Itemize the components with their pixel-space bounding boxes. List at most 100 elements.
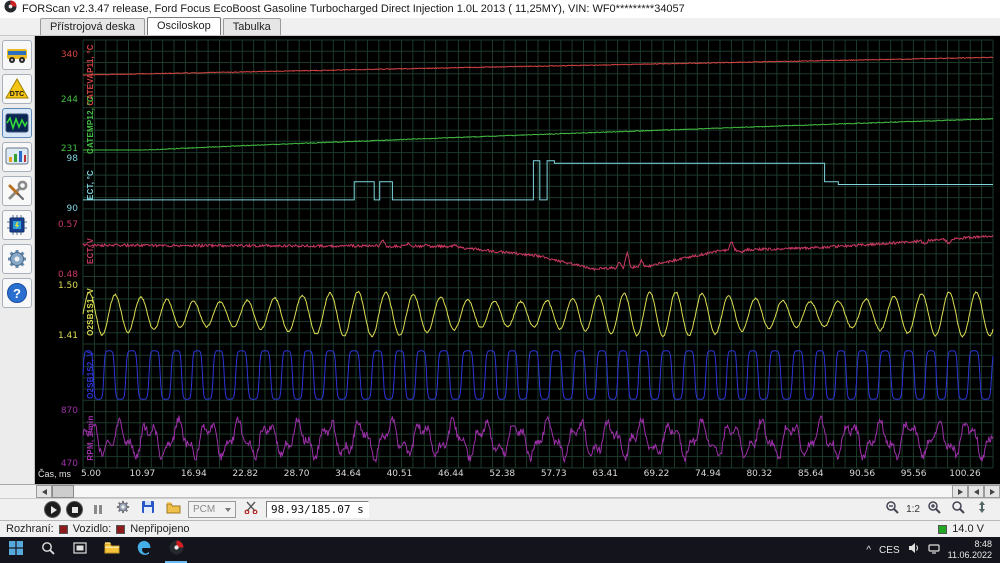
vehicle-info-button[interactable] <box>2 40 32 70</box>
network-icon[interactable] <box>928 541 940 559</box>
save-button[interactable] <box>138 501 158 519</box>
forscan-window: FORScan v2.3.47 release, Ford Focus EcoB… <box>0 0 1000 563</box>
save-icon <box>141 500 155 519</box>
interface-label: Rozhraní: <box>6 523 54 535</box>
volume-icon[interactable] <box>908 541 920 559</box>
edge-icon <box>136 540 152 561</box>
tab-tabulka[interactable]: Tabulka <box>222 18 281 35</box>
module-dropdown-value: PCM <box>193 504 216 515</box>
zoom-y-button[interactable] <box>972 501 992 519</box>
settings-button[interactable] <box>2 244 32 274</box>
module-dropdown[interactable]: PCM <box>188 501 236 518</box>
clock-time: 8:48 <box>974 539 992 549</box>
x-tick-label: 16.94 <box>180 469 207 479</box>
main-content: DTC ? CATEVAP11, °C 340 CATEMP12, °C 244… <box>0 36 1000 484</box>
tab-osciloskop[interactable]: Osciloskop <box>146 17 221 35</box>
vehicle-label: Vozidlo: <box>72 523 112 535</box>
channel-max-value: 340 <box>60 50 78 60</box>
search-icon <box>41 541 55 560</box>
voltage-panel: 14.0 V <box>938 523 994 535</box>
channel-max-value: 244 <box>60 95 78 105</box>
service-wrench-icon <box>5 180 29 202</box>
help-button[interactable]: ? <box>2 278 32 308</box>
gauges-button[interactable] <box>2 142 32 172</box>
oscilloscope-icon <box>5 112 29 134</box>
scrollbar-thumb[interactable] <box>52 485 74 498</box>
language-indicator[interactable]: CES <box>879 545 900 556</box>
dtc-icon: DTC <box>5 78 29 100</box>
task-view-icon <box>73 541 87 559</box>
channel-label: RPM, 1/min <box>86 415 95 461</box>
zoom-ratio-label: 1:2 <box>906 504 920 515</box>
scissors-icon <box>244 500 258 519</box>
title-bar: FORScan v2.3.47 release, Ford Focus EcoB… <box>0 0 1000 18</box>
tab-pristrojova-deska[interactable]: Přístrojová deska <box>40 18 145 35</box>
x-tick-label: 28.70 <box>283 469 310 479</box>
channel-min-value: 231 <box>60 144 78 154</box>
taskbar-clock[interactable]: 8:48 11.06.2022 <box>948 539 992 561</box>
taskbar-search-button[interactable] <box>32 537 64 563</box>
channel-max-value: 1.50 <box>57 281 78 291</box>
chevron-down-icon <box>225 507 231 512</box>
clear-button[interactable] <box>241 501 261 519</box>
interface-status-indicator <box>58 524 68 534</box>
scroll-left-button[interactable] <box>36 485 52 498</box>
oscilloscope-canvas <box>82 39 994 469</box>
svg-text:DTC: DTC <box>10 91 24 98</box>
forscan-icon <box>169 540 184 560</box>
scrollbar-track[interactable] <box>74 485 952 498</box>
edge-button[interactable] <box>128 537 160 563</box>
x-tick-label: 74.94 <box>695 469 721 479</box>
x-tick-label: 22.82 <box>232 469 259 479</box>
page-left-button[interactable] <box>968 485 984 498</box>
channel-min-value: 470 <box>60 459 78 469</box>
x-tick-label: 80.32 <box>746 469 773 479</box>
pause-button[interactable] <box>88 501 108 519</box>
open-button[interactable] <box>163 501 183 519</box>
start-button[interactable] <box>0 537 32 563</box>
page-right-arrow-icon <box>989 488 995 495</box>
configuration-button[interactable] <box>2 210 32 240</box>
forscan-taskbar-button[interactable] <box>160 537 192 563</box>
pause-icon <box>94 505 102 514</box>
file-explorer-icon <box>104 541 120 559</box>
page-right-button[interactable] <box>984 485 1000 498</box>
vehicle-status-indicator <box>116 524 126 534</box>
x-tick-label: 57.73 <box>540 469 567 479</box>
channel-label: O2SB1S2, V <box>86 351 95 399</box>
task-view-button[interactable] <box>64 537 96 563</box>
windows-logo-icon <box>9 540 23 560</box>
zoom-x-button[interactable] <box>948 501 968 519</box>
channel-max-value: 870 <box>60 406 78 416</box>
x-tick-label: 85.64 <box>797 469 824 479</box>
play-button[interactable] <box>44 501 61 518</box>
zoom-in-button[interactable] <box>924 501 944 519</box>
stop-button[interactable] <box>66 501 83 518</box>
service-button[interactable] <box>2 176 32 206</box>
dtc-button[interactable]: DTC <box>2 74 32 104</box>
oscilloscope-area: CATEVAP11, °C 340 CATEMP12, °C 244 231 ECT, °… <box>35 36 1000 484</box>
left-arrow-icon <box>41 488 47 495</box>
x-tick-label: 100.26 <box>949 469 981 479</box>
x-tick-label: 34.64 <box>335 469 361 479</box>
x-axis-label: Čas, ms <box>38 469 72 479</box>
file-explorer-button[interactable] <box>96 537 128 563</box>
voltage-indicator <box>938 524 948 534</box>
windows-taskbar: ^ CES 8:48 11.06.2022 <box>0 537 1000 563</box>
channel-label: ECT, °C <box>86 169 95 200</box>
channel-max-value: 0.57 <box>57 220 78 230</box>
x-tick-label: 95.56 <box>900 469 927 479</box>
clock-date: 11.06.2022 <box>947 550 992 560</box>
x-tick-label: 69.22 <box>643 469 670 479</box>
scope-settings-button[interactable] <box>113 500 133 519</box>
vehicle-info-icon <box>5 44 29 66</box>
x-tick-label: 52.38 <box>489 469 516 479</box>
channel-label: ECT, V <box>86 237 95 264</box>
tray-expand-chevron-icon[interactable]: ^ <box>866 545 871 556</box>
help-icon: ? <box>6 282 28 304</box>
channel-label: CATEMP12, °C <box>86 96 95 154</box>
zoom-out-button[interactable] <box>882 501 902 519</box>
scroll-right-button[interactable] <box>952 485 968 498</box>
x-tick-label: 10.97 <box>129 469 156 479</box>
oscilloscope-button[interactable] <box>2 108 32 138</box>
